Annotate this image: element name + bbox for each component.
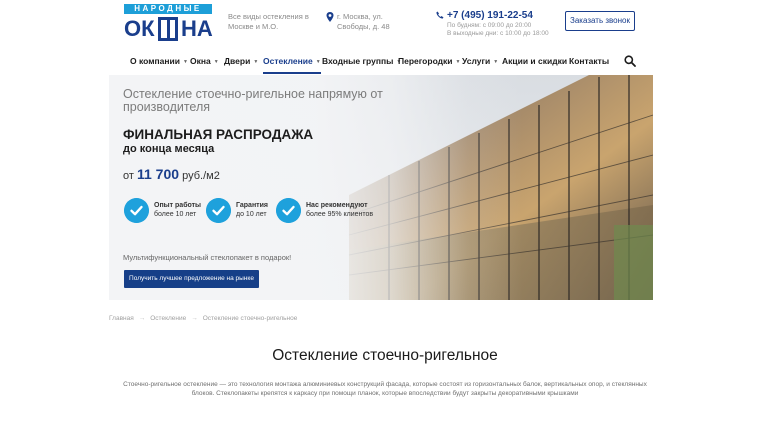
chevron-down-icon: ▼ [253, 59, 259, 65]
hero-subtitle: Остекление стоечно-ригельное напрямую от… [123, 87, 383, 114]
phone-number[interactable]: +7 (495) 191-22-54 [447, 10, 533, 21]
feature-text: Нас рекомендуют более 95% клиентов [306, 201, 373, 219]
nav-item-about[interactable]: О компании ▼ [130, 52, 188, 74]
checkmark-icon [276, 198, 301, 223]
logo-window-icon [158, 17, 178, 41]
page-description: Стоечно-ригельное остекление — это техно… [123, 381, 647, 397]
price-unit: руб./м2 [182, 170, 220, 182]
phone-icon [436, 11, 444, 19]
nav-item-label: Окна [190, 56, 211, 66]
nav-item-entrance-groups[interactable]: Входные группы ▼ [322, 52, 401, 74]
main-nav: О компании ▼ Окна ▼ Двери ▼ Остекление ▼ Вхо… [130, 52, 640, 74]
chevron-down-icon: ▼ [182, 59, 188, 65]
feature-title: Гарантия [236, 202, 268, 209]
feature-warranty: Гарантия до 10 лет [206, 198, 286, 224]
checkmark-icon [124, 198, 149, 223]
nav-item-promotions[interactable]: Акции и скидки [502, 52, 567, 74]
feature-title: Нас рекомендуют [306, 202, 368, 209]
address: г. Москва, ул. Свободы, д. 48 [337, 12, 390, 31]
page-title: Остекление стоечно-ригельное [272, 347, 498, 364]
hero-title-secondary: до конца месяца [123, 143, 215, 155]
feature-value: более 95% клиентов [306, 211, 374, 218]
breadcrumb-current: Остекление стоечно-ригельное [202, 315, 298, 322]
feature-value: до 10 лет [236, 211, 267, 218]
breadcrumb-home[interactable]: Главная [109, 315, 134, 322]
hero-title: ФИНАЛЬНАЯ РАСПРОДАЖА [123, 127, 314, 142]
nav-item-contacts[interactable]: Контакты [569, 52, 609, 74]
search-icon[interactable] [624, 55, 636, 67]
working-hours: По будням: с 09:00 до 20:00 В выходные д… [447, 22, 549, 38]
nav-item-label: Остекление [263, 56, 313, 66]
hero-price: от 11 700 руб./м2 [123, 166, 220, 182]
best-offer-button[interactable]: Получить лучшее предложение на рынке [124, 270, 259, 288]
checkmark-icon [206, 198, 231, 223]
chevron-down-icon: ▼ [213, 59, 219, 65]
logo-mark: ОК НА [124, 15, 213, 43]
chevron-down-icon: ▼ [455, 59, 461, 65]
callback-button[interactable]: Заказать звонок [565, 11, 635, 31]
feature-recommend: Нас рекомендуют более 95% клиентов [276, 198, 386, 224]
nav-item-windows[interactable]: Окна ▼ [190, 52, 219, 74]
nav-item-partitions[interactable]: Перегородки ▼ [398, 52, 460, 74]
breadcrumb-glazing[interactable]: Остекление [150, 315, 186, 322]
nav-item-services[interactable]: Услуги ▼ [462, 52, 498, 74]
hours-weekends: В выходные дни: с 10:00 до 18:00 [447, 30, 549, 37]
breadcrumb-separator: → [191, 315, 198, 322]
logo-left-letters: ОК [124, 16, 155, 41]
feature-experience: Опыт работы более 10 лет [124, 198, 214, 224]
logo-right-letters: НА [181, 16, 213, 41]
price-value: 11 700 [136, 166, 180, 182]
chevron-down-icon: ▼ [315, 59, 321, 65]
nav-item-label: Акции и скидки [502, 56, 568, 66]
nav-item-label: Перегородки [398, 56, 453, 66]
feature-title: Опыт работы [154, 202, 202, 209]
hours-weekdays: По будням: с 09:00 до 20:00 [447, 22, 532, 29]
nav-item-label: Входные группы [322, 56, 394, 66]
feature-value: более 10 лет [154, 211, 197, 218]
chevron-down-icon: ▼ [493, 59, 499, 65]
breadcrumb-separator: → [138, 315, 146, 322]
breadcrumb: Главная → Остекление → Остекление стоечно-ри… [109, 315, 297, 322]
nav-item-label: Контакты [569, 56, 610, 66]
nav-item-label: Услуги [462, 56, 491, 66]
nav-item-glazing[interactable]: Остекление ▼ [263, 52, 321, 74]
tagline: Все виды остекления в Москве и М.О. [228, 12, 309, 31]
price-prefix: от [123, 170, 134, 182]
location-pin-icon [326, 12, 334, 22]
gift-note: Мультифункциональный стеклопакет в подар… [123, 253, 292, 262]
feature-text: Гарантия до 10 лет [236, 201, 268, 219]
nav-item-label: О компании [130, 56, 180, 66]
logo[interactable]: НАРОДНЫЕ ОК НА [124, 4, 213, 44]
logo-top-text: НАРОДНЫЕ [124, 4, 212, 14]
feature-text: Опыт работы более 10 лет [154, 201, 201, 219]
nav-item-label: Двери [224, 56, 251, 66]
nav-item-doors[interactable]: Двери ▼ [224, 52, 258, 74]
